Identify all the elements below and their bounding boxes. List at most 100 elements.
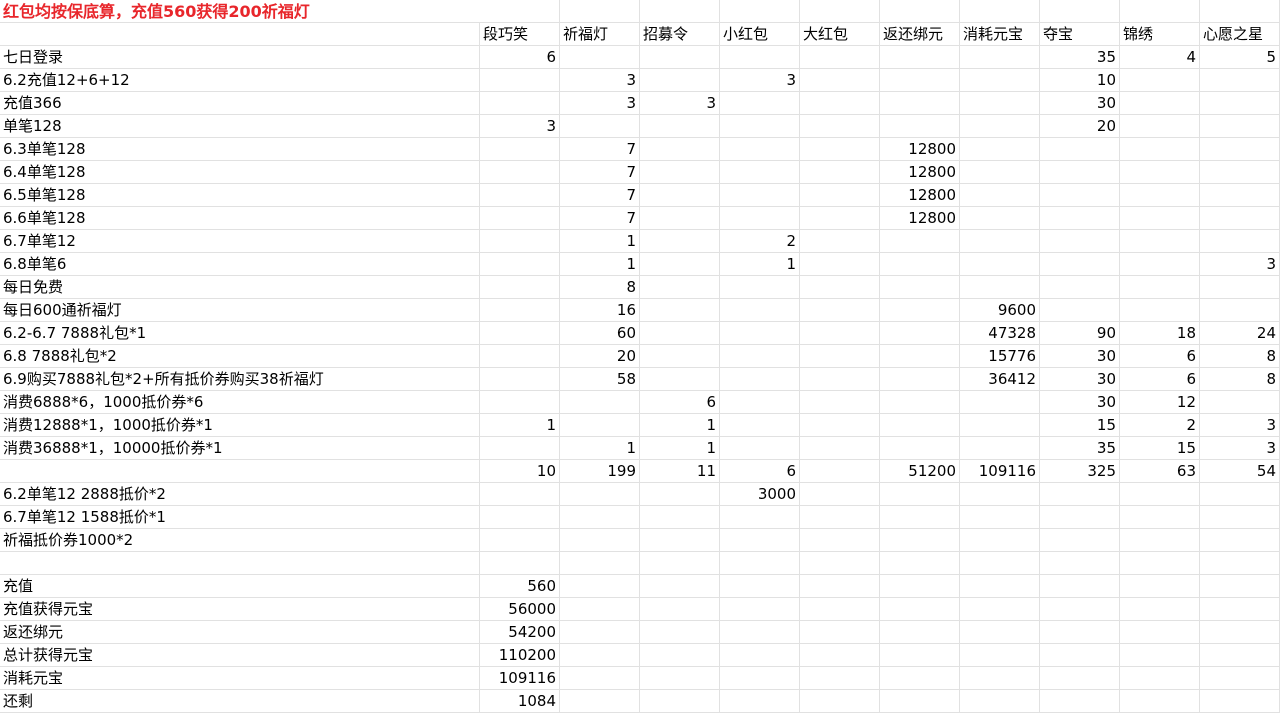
value-cell[interactable]: 35 — [1040, 46, 1120, 69]
value-cell[interactable]: 90 — [1040, 322, 1120, 345]
value-cell[interactable] — [1120, 230, 1200, 253]
value-cell[interactable] — [720, 322, 800, 345]
value-cell[interactable] — [1120, 506, 1200, 529]
cell[interactable] — [1120, 0, 1200, 23]
value-cell[interactable] — [560, 46, 640, 69]
value-cell[interactable] — [880, 253, 960, 276]
value-cell[interactable] — [640, 69, 720, 92]
value-cell[interactable] — [720, 184, 800, 207]
value-cell[interactable] — [800, 391, 880, 414]
value-cell[interactable] — [880, 552, 960, 575]
value-cell[interactable] — [720, 437, 800, 460]
row-label-cell[interactable]: 消费36888*1，10000抵价券*1 — [0, 437, 480, 460]
value-cell[interactable] — [640, 506, 720, 529]
value-cell[interactable] — [1200, 644, 1280, 667]
value-cell[interactable] — [800, 230, 880, 253]
row-label-cell[interactable]: 单笔128 — [0, 115, 480, 138]
row-label-cell[interactable] — [0, 552, 480, 575]
value-cell[interactable]: 3 — [1200, 253, 1280, 276]
value-cell[interactable] — [1200, 506, 1280, 529]
value-cell[interactable] — [1040, 575, 1120, 598]
row-label-cell[interactable]: 6.2充值12+6+12 — [0, 69, 480, 92]
value-cell[interactable]: 58 — [560, 368, 640, 391]
value-cell[interactable]: 35 — [1040, 437, 1120, 460]
value-cell[interactable] — [480, 368, 560, 391]
value-cell[interactable] — [720, 414, 800, 437]
value-cell[interactable] — [800, 115, 880, 138]
value-cell[interactable] — [880, 69, 960, 92]
value-cell[interactable] — [640, 184, 720, 207]
value-cell[interactable] — [480, 276, 560, 299]
value-cell[interactable] — [1040, 598, 1120, 621]
cell[interactable] — [1040, 0, 1120, 23]
header-cell[interactable]: 祈福灯 — [560, 23, 640, 46]
value-cell[interactable] — [640, 690, 720, 713]
value-cell[interactable] — [640, 621, 720, 644]
value-cell[interactable] — [560, 621, 640, 644]
value-cell[interactable] — [640, 253, 720, 276]
value-cell[interactable] — [1200, 667, 1280, 690]
value-cell[interactable]: 30 — [1040, 391, 1120, 414]
value-cell[interactable] — [1120, 276, 1200, 299]
value-cell[interactable]: 3 — [560, 69, 640, 92]
value-cell[interactable] — [560, 506, 640, 529]
value-cell[interactable] — [1200, 230, 1280, 253]
cell[interactable] — [960, 0, 1040, 23]
value-cell[interactable] — [800, 345, 880, 368]
header-cell[interactable]: 小红包 — [720, 23, 800, 46]
value-cell[interactable]: 1 — [640, 414, 720, 437]
row-label-cell[interactable]: 6.7单笔12 — [0, 230, 480, 253]
value-cell[interactable]: 2 — [720, 230, 800, 253]
value-cell[interactable] — [960, 483, 1040, 506]
value-cell[interactable] — [1200, 391, 1280, 414]
value-cell[interactable] — [1200, 207, 1280, 230]
header-cell[interactable] — [0, 23, 480, 46]
value-cell[interactable] — [1200, 184, 1280, 207]
cell[interactable] — [640, 0, 720, 23]
value-cell[interactable] — [1200, 299, 1280, 322]
row-label-cell[interactable]: 祈福抵价券1000*2 — [0, 529, 480, 552]
value-cell[interactable] — [480, 345, 560, 368]
value-cell[interactable] — [800, 322, 880, 345]
value-cell[interactable] — [800, 207, 880, 230]
value-cell[interactable] — [480, 483, 560, 506]
value-cell[interactable]: 12800 — [880, 207, 960, 230]
value-cell[interactable] — [720, 529, 800, 552]
value-cell[interactable] — [1040, 667, 1120, 690]
value-cell[interactable]: 12 — [1120, 391, 1200, 414]
value-cell[interactable] — [1040, 138, 1120, 161]
value-cell[interactable] — [640, 529, 720, 552]
value-cell[interactable] — [800, 644, 880, 667]
value-cell[interactable] — [960, 207, 1040, 230]
value-cell[interactable] — [720, 92, 800, 115]
value-cell[interactable] — [880, 575, 960, 598]
value-cell[interactable] — [880, 92, 960, 115]
value-cell[interactable] — [1200, 529, 1280, 552]
value-cell[interactable] — [720, 276, 800, 299]
value-cell[interactable] — [640, 115, 720, 138]
row-label-cell[interactable]: 6.7单笔12 1588抵价*1 — [0, 506, 480, 529]
value-cell[interactable]: 5 — [1200, 46, 1280, 69]
cell[interactable] — [800, 0, 880, 23]
value-cell[interactable]: 60 — [560, 322, 640, 345]
value-cell[interactable]: 7 — [560, 207, 640, 230]
value-cell[interactable] — [480, 299, 560, 322]
row-label-cell[interactable]: 6.8单笔6 — [0, 253, 480, 276]
value-cell[interactable] — [640, 299, 720, 322]
value-cell[interactable]: 7 — [560, 138, 640, 161]
value-cell[interactable] — [1040, 299, 1120, 322]
value-cell[interactable] — [1040, 690, 1120, 713]
value-cell[interactable] — [1120, 253, 1200, 276]
value-cell[interactable] — [560, 644, 640, 667]
row-label-cell[interactable]: 还剩 — [0, 690, 480, 713]
row-label-cell[interactable]: 每日免费 — [0, 276, 480, 299]
value-cell[interactable] — [880, 506, 960, 529]
header-cell[interactable]: 大红包 — [800, 23, 880, 46]
value-cell[interactable] — [1200, 621, 1280, 644]
value-cell[interactable] — [960, 621, 1040, 644]
value-cell[interactable]: 199 — [560, 460, 640, 483]
row-label-cell[interactable]: 6.5单笔128 — [0, 184, 480, 207]
value-cell[interactable] — [480, 230, 560, 253]
row-label-cell[interactable]: 消耗元宝 — [0, 667, 480, 690]
value-cell[interactable] — [800, 621, 880, 644]
